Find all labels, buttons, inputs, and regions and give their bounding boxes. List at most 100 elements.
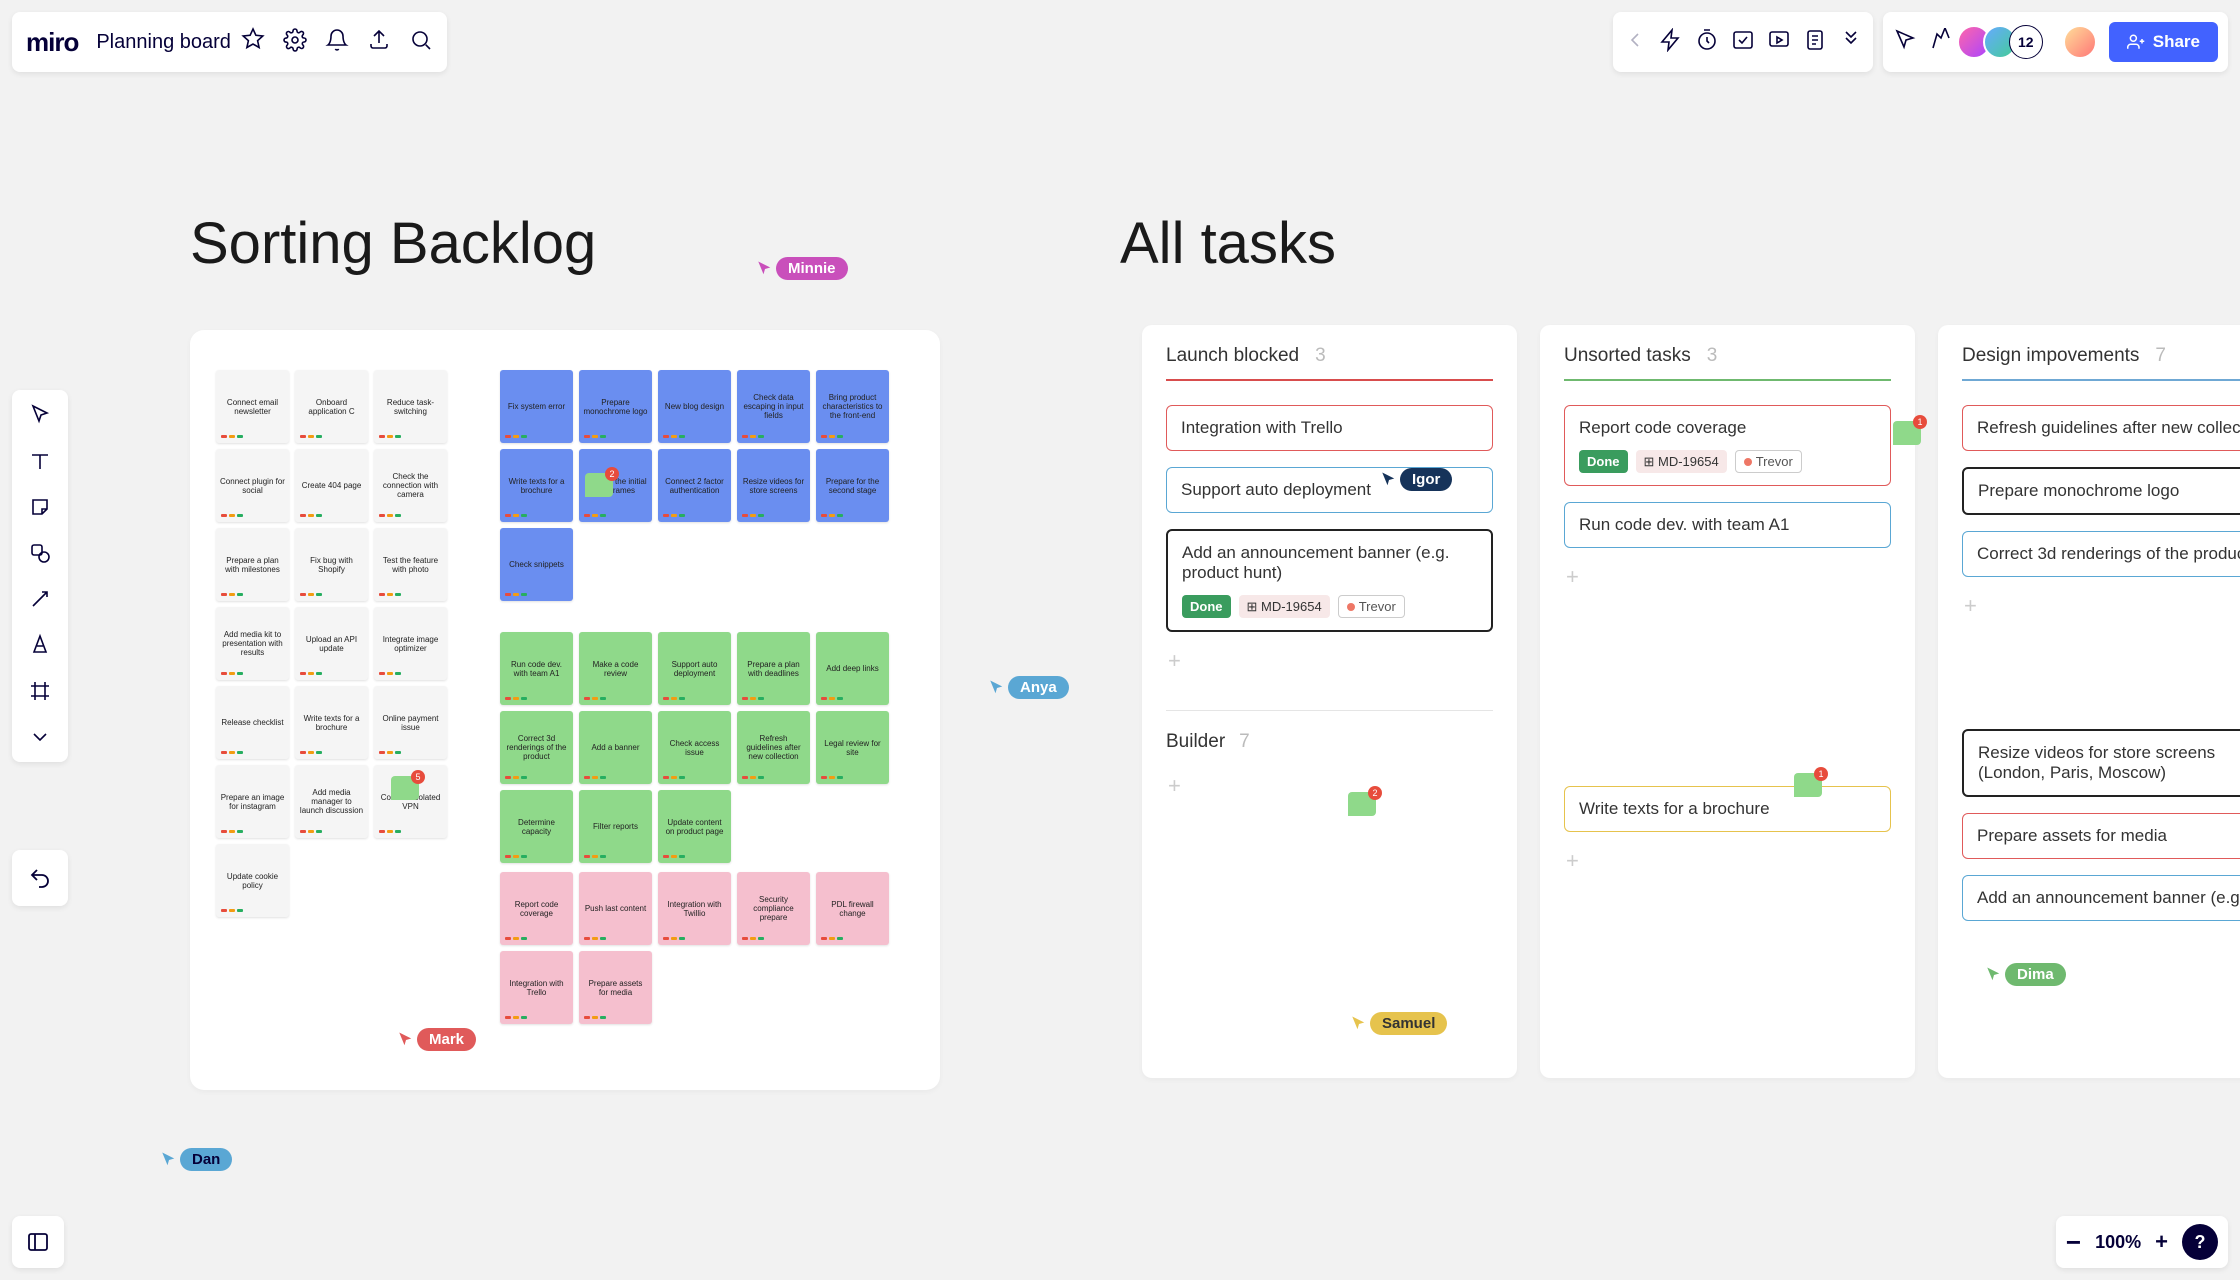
search-icon[interactable] (409, 28, 433, 57)
sticky-note[interactable]: Determine capacity (500, 790, 573, 863)
star-icon[interactable] (241, 27, 265, 57)
voting-icon[interactable] (1731, 28, 1755, 57)
sticky-note[interactable]: Write texts for a brochure (295, 686, 368, 759)
zoom-in-button[interactable]: + (2155, 1229, 2168, 1255)
sticky-note[interactable]: Prepare monochrome logo (579, 370, 652, 443)
sticky-note[interactable]: Check data escaping in input fields (737, 370, 810, 443)
sticky-note[interactable]: Integrate image optimizer (374, 607, 447, 680)
user-avatar[interactable] (2063, 25, 2097, 59)
sticky-note[interactable]: Prepare an image for instagram (216, 765, 289, 838)
board-title[interactable]: Planning board (96, 27, 265, 57)
task-card[interactable]: Refresh guidelines after new collection (1962, 405, 2240, 451)
task-card[interactable]: Prepare assets for media (1962, 813, 2240, 859)
pen-tool-icon[interactable] (25, 630, 55, 660)
sticky-note[interactable]: Legal review for site (816, 711, 889, 784)
sticky-note[interactable]: Integration with Trello (500, 951, 573, 1024)
frame-tool-icon[interactable] (25, 676, 55, 706)
add-card-button[interactable]: + (1566, 564, 1889, 590)
sticky-note[interactable]: Write texts for a brochure (500, 449, 573, 522)
text-tool-icon[interactable] (25, 446, 55, 476)
notification-icon[interactable] (325, 28, 349, 57)
task-card[interactable]: Resize videos for store screens (London,… (1962, 729, 2240, 797)
sticky-note[interactable]: Resize videos for store screens (737, 449, 810, 522)
help-button[interactable]: ? (2182, 1224, 2218, 1260)
sticky-note[interactable]: Connect 2 factor authentication (658, 449, 731, 522)
task-card[interactable]: Report code coverageDone⊞ MD-19654Trevor (1564, 405, 1891, 486)
lightning-icon[interactable] (1659, 28, 1683, 57)
sticky-note[interactable]: Update content on product page (658, 790, 731, 863)
sticky-note[interactable]: New blog design (658, 370, 731, 443)
more-apps-icon[interactable] (1839, 28, 1863, 57)
sticky-note[interactable]: Prepare a plan with deadlines (737, 632, 810, 705)
zoom-out-button[interactable]: − (2066, 1227, 2081, 1258)
panel-toggle-button[interactable] (12, 1216, 64, 1268)
sticky-note[interactable]: Add media manager to launch discussion (295, 765, 368, 838)
comment-badge-icon[interactable] (1794, 773, 1822, 797)
sticky-note[interactable]: Add media kit to presentation with resul… (216, 607, 289, 680)
settings-icon[interactable] (283, 28, 307, 57)
task-card[interactable]: Correct 3d renderings of the product (1962, 531, 2240, 577)
shape-tool-icon[interactable] (25, 538, 55, 568)
sticky-note[interactable]: Release checklist (216, 686, 289, 759)
sticky-note[interactable]: Support auto deployment (658, 632, 731, 705)
pointer-mode-icon[interactable] (1893, 28, 1917, 57)
undo-button[interactable] (12, 850, 68, 906)
sticky-note[interactable]: Refresh guidelines after new collection (737, 711, 810, 784)
sticky-note[interactable]: Upload an API update (295, 607, 368, 680)
sticky-note[interactable]: Push last content (579, 872, 652, 945)
export-icon[interactable] (367, 28, 391, 57)
comment-badge-icon[interactable] (1348, 792, 1376, 816)
present-icon[interactable] (1767, 28, 1791, 57)
timer-icon[interactable] (1695, 28, 1719, 57)
sticky-note[interactable]: Prepare for the second stage (816, 449, 889, 522)
sticky-note[interactable]: Add a banner (579, 711, 652, 784)
sticky-note[interactable]: Add deep links (816, 632, 889, 705)
sticky-note[interactable]: Bring product characteristics to the fro… (816, 370, 889, 443)
reactions-icon[interactable] (1929, 28, 1953, 57)
backlog-frame[interactable]: Connect email newsletterOnboard applicat… (190, 330, 940, 1090)
sticky-note[interactable]: Online payment issue (374, 686, 447, 759)
sticky-note[interactable]: Connect email newsletter (216, 370, 289, 443)
sticky-note[interactable]: Prepare assets for media (579, 951, 652, 1024)
sticky-note[interactable]: Prepare a plan with milestones (216, 528, 289, 601)
arrow-tool-icon[interactable] (25, 584, 55, 614)
comment-badge-icon[interactable] (391, 776, 419, 800)
task-card[interactable]: Add an announcement banner (e.g. product… (1166, 529, 1493, 632)
sticky-note[interactable]: Correct 3d renderings of the product (500, 711, 573, 784)
sticky-note[interactable]: Integration with Twillio (658, 872, 731, 945)
add-card-button[interactable]: + (1566, 848, 1889, 874)
sticky-note[interactable]: Test the feature with photo (374, 528, 447, 601)
sticky-note[interactable]: Make a code review (579, 632, 652, 705)
task-card[interactable]: Prepare monochrome logo (1962, 467, 2240, 515)
more-tools-icon[interactable] (25, 722, 55, 752)
sticky-note[interactable]: Run code dev. with team A1 (500, 632, 573, 705)
sticky-note[interactable]: Security compliance prepare (737, 872, 810, 945)
sticky-note[interactable]: Check snippets (500, 528, 573, 601)
sticky-note[interactable]: Reduce task-switching (374, 370, 447, 443)
task-card[interactable]: Integration with Trello (1166, 405, 1493, 451)
task-card[interactable]: Add an announcement banner (e.g. (1962, 875, 2240, 921)
sticky-tool-icon[interactable] (25, 492, 55, 522)
share-button[interactable]: Share (2109, 22, 2218, 62)
task-card[interactable]: Write texts for a brochure (1564, 786, 1891, 832)
sticky-note[interactable]: Update cookie policy (216, 844, 289, 917)
sticky-note[interactable]: Connect plugin for social (216, 449, 289, 522)
sticky-note[interactable]: Filter reports (579, 790, 652, 863)
sticky-note[interactable]: Check the connection with camera (374, 449, 447, 522)
miro-logo[interactable]: miro (26, 27, 78, 58)
add-card-button[interactable]: + (1168, 773, 1491, 799)
chevron-left-icon[interactable] (1623, 28, 1647, 57)
sticky-note[interactable]: PDL firewall change (816, 872, 889, 945)
sticky-note[interactable]: Onboard application C (295, 370, 368, 443)
add-card-button[interactable]: + (1964, 593, 2240, 619)
sticky-note[interactable]: Report code coverage (500, 872, 573, 945)
sticky-note[interactable]: Fix system error (500, 370, 573, 443)
sticky-note[interactable]: Create 404 page (295, 449, 368, 522)
collaborator-avatars[interactable]: 12 (1965, 25, 2043, 59)
comment-badge-icon[interactable] (585, 473, 613, 497)
sticky-note[interactable]: Check access issue (658, 711, 731, 784)
comment-badge-icon[interactable] (1893, 421, 1921, 445)
avatar-count[interactable]: 12 (2009, 25, 2043, 59)
task-card[interactable]: Run code dev. with team A1 (1564, 502, 1891, 548)
add-card-button[interactable]: + (1168, 648, 1491, 674)
